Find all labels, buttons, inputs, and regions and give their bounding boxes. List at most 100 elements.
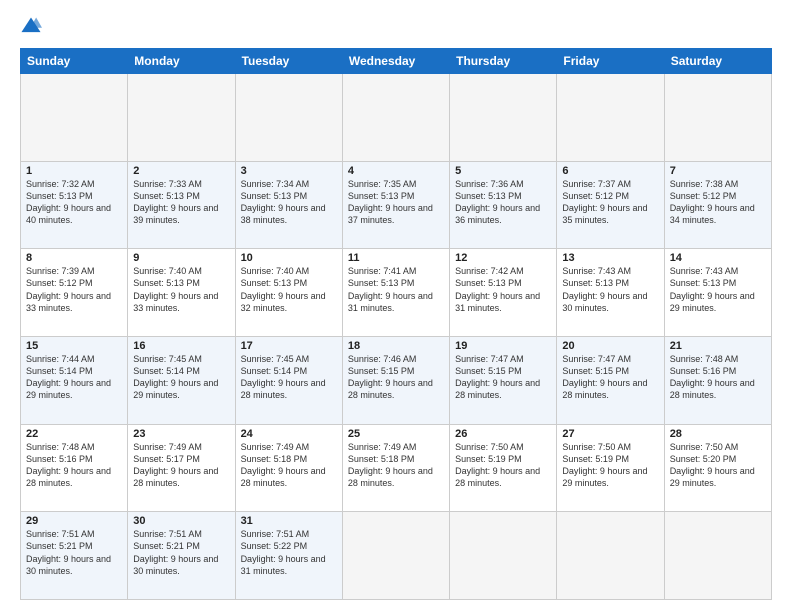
calendar-cell: 28Sunrise: 7:50 AMSunset: 5:20 PMDayligh…: [664, 424, 771, 512]
calendar-cell: 21Sunrise: 7:48 AMSunset: 5:16 PMDayligh…: [664, 336, 771, 424]
calendar-cell: [21, 74, 128, 162]
calendar-cell: [557, 512, 664, 600]
day-number: 7: [670, 165, 766, 177]
day-number: 10: [241, 252, 337, 264]
col-header-tuesday: Tuesday: [235, 49, 342, 74]
col-header-sunday: Sunday: [21, 49, 128, 74]
calendar-cell: [128, 74, 235, 162]
calendar-cell: [557, 74, 664, 162]
day-info: Sunrise: 7:50 AMSunset: 5:19 PMDaylight:…: [455, 441, 551, 490]
day-info: Sunrise: 7:51 AMSunset: 5:21 PMDaylight:…: [133, 528, 229, 577]
day-info: Sunrise: 7:32 AMSunset: 5:13 PMDaylight:…: [26, 178, 122, 227]
calendar-page: SundayMondayTuesdayWednesdayThursdayFrid…: [0, 0, 792, 612]
day-info: Sunrise: 7:44 AMSunset: 5:14 PMDaylight:…: [26, 353, 122, 402]
day-number: 27: [562, 428, 658, 440]
col-header-saturday: Saturday: [664, 49, 771, 74]
day-number: 18: [348, 340, 444, 352]
day-number: 13: [562, 252, 658, 264]
logo-icon: [20, 16, 42, 38]
day-info: Sunrise: 7:47 AMSunset: 5:15 PMDaylight:…: [562, 353, 658, 402]
calendar-cell: [450, 74, 557, 162]
calendar-cell: 26Sunrise: 7:50 AMSunset: 5:19 PMDayligh…: [450, 424, 557, 512]
day-info: Sunrise: 7:48 AMSunset: 5:16 PMDaylight:…: [26, 441, 122, 490]
day-info: Sunrise: 7:34 AMSunset: 5:13 PMDaylight:…: [241, 178, 337, 227]
day-info: Sunrise: 7:37 AMSunset: 5:12 PMDaylight:…: [562, 178, 658, 227]
calendar-cell: 20Sunrise: 7:47 AMSunset: 5:15 PMDayligh…: [557, 336, 664, 424]
calendar-cell: 27Sunrise: 7:50 AMSunset: 5:19 PMDayligh…: [557, 424, 664, 512]
col-header-thursday: Thursday: [450, 49, 557, 74]
day-number: 4: [348, 165, 444, 177]
day-number: 29: [26, 515, 122, 527]
day-info: Sunrise: 7:48 AMSunset: 5:16 PMDaylight:…: [670, 353, 766, 402]
day-number: 2: [133, 165, 229, 177]
day-number: 24: [241, 428, 337, 440]
calendar-cell: 23Sunrise: 7:49 AMSunset: 5:17 PMDayligh…: [128, 424, 235, 512]
day-info: Sunrise: 7:41 AMSunset: 5:13 PMDaylight:…: [348, 265, 444, 314]
calendar-cell: 5Sunrise: 7:36 AMSunset: 5:13 PMDaylight…: [450, 161, 557, 249]
calendar-cell: 2Sunrise: 7:33 AMSunset: 5:13 PMDaylight…: [128, 161, 235, 249]
calendar-cell: 16Sunrise: 7:45 AMSunset: 5:14 PMDayligh…: [128, 336, 235, 424]
week-row-2: 1Sunrise: 7:32 AMSunset: 5:13 PMDaylight…: [21, 161, 772, 249]
calendar-cell: [342, 74, 449, 162]
day-number: 21: [670, 340, 766, 352]
day-number: 25: [348, 428, 444, 440]
day-info: Sunrise: 7:47 AMSunset: 5:15 PMDaylight:…: [455, 353, 551, 402]
calendar-cell: 31Sunrise: 7:51 AMSunset: 5:22 PMDayligh…: [235, 512, 342, 600]
day-number: 19: [455, 340, 551, 352]
day-info: Sunrise: 7:51 AMSunset: 5:22 PMDaylight:…: [241, 528, 337, 577]
col-header-wednesday: Wednesday: [342, 49, 449, 74]
calendar-cell: 29Sunrise: 7:51 AMSunset: 5:21 PMDayligh…: [21, 512, 128, 600]
day-number: 6: [562, 165, 658, 177]
day-info: Sunrise: 7:38 AMSunset: 5:12 PMDaylight:…: [670, 178, 766, 227]
day-info: Sunrise: 7:45 AMSunset: 5:14 PMDaylight:…: [133, 353, 229, 402]
week-row-6: 29Sunrise: 7:51 AMSunset: 5:21 PMDayligh…: [21, 512, 772, 600]
day-info: Sunrise: 7:50 AMSunset: 5:20 PMDaylight:…: [670, 441, 766, 490]
day-number: 23: [133, 428, 229, 440]
calendar-cell: 22Sunrise: 7:48 AMSunset: 5:16 PMDayligh…: [21, 424, 128, 512]
day-number: 17: [241, 340, 337, 352]
calendar-cell: 15Sunrise: 7:44 AMSunset: 5:14 PMDayligh…: [21, 336, 128, 424]
calendar-cell: 10Sunrise: 7:40 AMSunset: 5:13 PMDayligh…: [235, 249, 342, 337]
week-row-3: 8Sunrise: 7:39 AMSunset: 5:12 PMDaylight…: [21, 249, 772, 337]
col-header-friday: Friday: [557, 49, 664, 74]
day-number: 8: [26, 252, 122, 264]
calendar-cell: 4Sunrise: 7:35 AMSunset: 5:13 PMDaylight…: [342, 161, 449, 249]
day-info: Sunrise: 7:43 AMSunset: 5:13 PMDaylight:…: [562, 265, 658, 314]
week-row-5: 22Sunrise: 7:48 AMSunset: 5:16 PMDayligh…: [21, 424, 772, 512]
header-row: SundayMondayTuesdayWednesdayThursdayFrid…: [21, 49, 772, 74]
calendar-table: SundayMondayTuesdayWednesdayThursdayFrid…: [20, 48, 772, 600]
day-info: Sunrise: 7:42 AMSunset: 5:13 PMDaylight:…: [455, 265, 551, 314]
calendar-cell: 12Sunrise: 7:42 AMSunset: 5:13 PMDayligh…: [450, 249, 557, 337]
calendar-cell: [235, 74, 342, 162]
day-number: 14: [670, 252, 766, 264]
col-header-monday: Monday: [128, 49, 235, 74]
calendar-cell: 19Sunrise: 7:47 AMSunset: 5:15 PMDayligh…: [450, 336, 557, 424]
calendar-cell: 8Sunrise: 7:39 AMSunset: 5:12 PMDaylight…: [21, 249, 128, 337]
calendar-cell: 17Sunrise: 7:45 AMSunset: 5:14 PMDayligh…: [235, 336, 342, 424]
day-number: 20: [562, 340, 658, 352]
day-info: Sunrise: 7:49 AMSunset: 5:18 PMDaylight:…: [241, 441, 337, 490]
day-info: Sunrise: 7:40 AMSunset: 5:13 PMDaylight:…: [133, 265, 229, 314]
day-info: Sunrise: 7:49 AMSunset: 5:17 PMDaylight:…: [133, 441, 229, 490]
calendar-cell: 9Sunrise: 7:40 AMSunset: 5:13 PMDaylight…: [128, 249, 235, 337]
header: [20, 16, 772, 38]
logo: [20, 16, 46, 38]
calendar-cell: 11Sunrise: 7:41 AMSunset: 5:13 PMDayligh…: [342, 249, 449, 337]
calendar-cell: [450, 512, 557, 600]
day-info: Sunrise: 7:40 AMSunset: 5:13 PMDaylight:…: [241, 265, 337, 314]
day-info: Sunrise: 7:39 AMSunset: 5:12 PMDaylight:…: [26, 265, 122, 314]
day-info: Sunrise: 7:36 AMSunset: 5:13 PMDaylight:…: [455, 178, 551, 227]
day-number: 28: [670, 428, 766, 440]
day-number: 15: [26, 340, 122, 352]
calendar-cell: 13Sunrise: 7:43 AMSunset: 5:13 PMDayligh…: [557, 249, 664, 337]
day-number: 9: [133, 252, 229, 264]
calendar-cell: [664, 74, 771, 162]
day-info: Sunrise: 7:51 AMSunset: 5:21 PMDaylight:…: [26, 528, 122, 577]
day-info: Sunrise: 7:45 AMSunset: 5:14 PMDaylight:…: [241, 353, 337, 402]
day-info: Sunrise: 7:43 AMSunset: 5:13 PMDaylight:…: [670, 265, 766, 314]
day-number: 11: [348, 252, 444, 264]
day-info: Sunrise: 7:49 AMSunset: 5:18 PMDaylight:…: [348, 441, 444, 490]
calendar-cell: 3Sunrise: 7:34 AMSunset: 5:13 PMDaylight…: [235, 161, 342, 249]
calendar-cell: [664, 512, 771, 600]
calendar-cell: 24Sunrise: 7:49 AMSunset: 5:18 PMDayligh…: [235, 424, 342, 512]
